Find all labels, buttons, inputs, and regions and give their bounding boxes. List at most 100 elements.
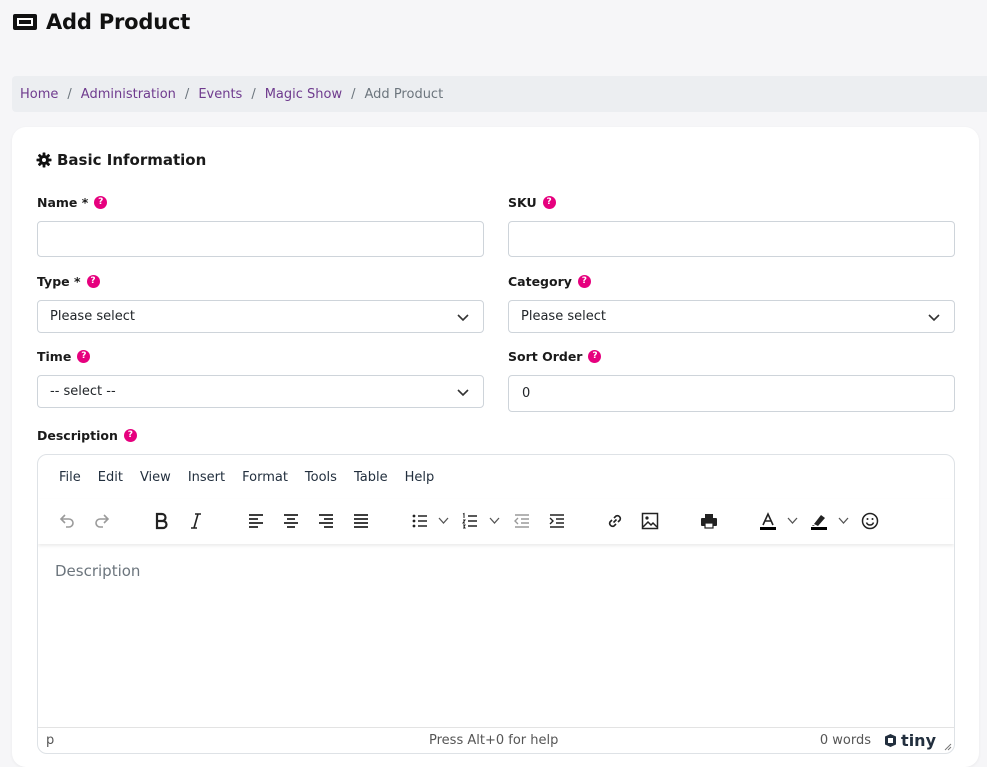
editor-menubar: File Edit View Insert Format Tools Table…	[38, 455, 954, 499]
menu-file[interactable]: File	[59, 470, 81, 485]
help-icon[interactable]: ?	[577, 275, 591, 288]
sku-input[interactable]	[508, 221, 955, 257]
type-label: Type * ?	[37, 274, 100, 289]
italic-button[interactable]	[184, 509, 208, 533]
align-right-button[interactable]	[314, 509, 338, 533]
text-color-chevron-icon[interactable]	[787, 515, 798, 526]
redo-icon	[95, 514, 110, 528]
indent-button[interactable]	[545, 509, 569, 533]
outdent-button[interactable]	[510, 509, 534, 533]
align-left-button[interactable]	[244, 509, 268, 533]
ticket-icon	[13, 14, 37, 30]
sku-label-text: SKU	[508, 195, 537, 210]
time-label: Time ?	[37, 349, 91, 364]
print-button[interactable]	[697, 509, 721, 533]
italic-icon	[191, 513, 201, 529]
keyboard-help-text: Press Alt+0 for help	[429, 733, 559, 748]
undo-icon	[59, 514, 74, 528]
breadcrumb-separator: /	[351, 86, 356, 102]
highlight-button[interactable]	[807, 509, 831, 533]
breadcrumb-magic-show[interactable]: Magic Show	[265, 87, 342, 102]
highlight-chevron-icon[interactable]	[838, 515, 849, 526]
tiny-logo-icon	[885, 734, 897, 747]
chevron-down-icon	[457, 389, 469, 397]
image-icon	[641, 512, 659, 530]
menu-table[interactable]: Table	[354, 470, 388, 485]
image-button[interactable]	[638, 509, 662, 533]
time-select[interactable]: -- select --	[37, 375, 484, 408]
word-count[interactable]: 0 words	[820, 733, 871, 748]
bold-button[interactable]	[149, 509, 173, 533]
numbered-list-chevron-icon[interactable]	[489, 515, 500, 526]
help-icon[interactable]: ?	[77, 350, 91, 363]
bullet-list-chevron-icon[interactable]	[438, 515, 449, 526]
highlight-icon	[811, 515, 827, 530]
type-select[interactable]: Please select	[37, 300, 484, 333]
numbered-list-icon	[462, 512, 477, 529]
description-label-text: Description	[37, 428, 118, 443]
bold-icon	[155, 512, 168, 530]
basic-information-card: Basic Information Name * ? SKU ? Type * …	[12, 127, 979, 767]
menu-tools[interactable]: Tools	[305, 470, 337, 485]
type-label-text: Type *	[37, 274, 81, 289]
breadcrumb: Home / Administration / Events / Magic S…	[12, 76, 987, 112]
breadcrumb-separator: /	[184, 86, 190, 102]
category-label-text: Category	[508, 274, 572, 289]
element-path[interactable]: p	[46, 733, 54, 748]
tiny-logo-text: tiny	[901, 731, 936, 750]
breadcrumb-administration[interactable]: Administration	[81, 87, 176, 102]
bullet-list-button[interactable]	[408, 509, 432, 533]
category-select[interactable]: Please select	[508, 300, 955, 333]
name-label-text: Name *	[37, 195, 89, 210]
breadcrumb-home[interactable]: Home	[20, 87, 58, 102]
align-justify-button[interactable]	[349, 509, 373, 533]
sort-order-input[interactable]: 0	[508, 375, 955, 412]
bullet-list-icon	[412, 514, 427, 528]
editor-content-area[interactable]: Description	[55, 562, 140, 580]
help-icon[interactable]: ?	[123, 429, 137, 442]
description-label: Description ?	[37, 428, 137, 443]
redo-button[interactable]	[90, 509, 114, 533]
outdent-icon	[514, 514, 529, 528]
breadcrumb-separator: /	[251, 86, 256, 102]
breadcrumb-current: Add Product	[364, 86, 444, 102]
help-icon[interactable]: ?	[94, 196, 108, 209]
chevron-down-icon	[457, 314, 469, 322]
breadcrumb-separator: /	[67, 86, 72, 102]
name-input[interactable]	[37, 221, 484, 257]
sku-label: SKU ?	[508, 195, 556, 210]
resize-handle-icon[interactable]	[942, 741, 952, 751]
indent-icon	[549, 514, 564, 528]
help-icon[interactable]: ?	[588, 350, 602, 363]
time-select-value: -- select --	[50, 384, 116, 399]
numbered-list-button[interactable]	[458, 509, 482, 533]
help-icon[interactable]: ?	[542, 196, 556, 209]
type-select-value: Please select	[50, 309, 135, 324]
menu-insert[interactable]: Insert	[188, 470, 225, 485]
menu-edit[interactable]: Edit	[98, 470, 123, 485]
align-center-icon	[284, 514, 298, 528]
breadcrumb-events[interactable]: Events	[198, 87, 242, 102]
print-icon	[701, 514, 717, 529]
align-justify-icon	[354, 514, 368, 528]
help-icon[interactable]: ?	[86, 275, 100, 288]
category-label: Category ?	[508, 274, 591, 289]
align-center-button[interactable]	[279, 509, 303, 533]
category-select-value: Please select	[521, 309, 606, 324]
menu-help[interactable]: Help	[405, 470, 435, 485]
gear-icon	[36, 152, 52, 168]
text-color-button[interactable]	[756, 509, 780, 533]
section-title: Basic Information	[36, 151, 206, 169]
editor-toolbar	[38, 499, 954, 544]
tiny-logo[interactable]: tiny	[883, 731, 936, 750]
text-color-icon	[760, 512, 776, 530]
menu-format[interactable]: Format	[242, 470, 288, 485]
emoji-button[interactable]	[858, 509, 882, 533]
undo-button[interactable]	[55, 509, 79, 533]
menu-view[interactable]: View	[140, 470, 171, 485]
editor-statusbar: p Press Alt+0 for help 0 words tiny	[38, 727, 954, 753]
align-left-icon	[249, 514, 263, 528]
rich-text-editor: File Edit View Insert Format Tools Table…	[37, 454, 955, 754]
link-button[interactable]	[603, 509, 627, 533]
sort-order-label: Sort Order ?	[508, 349, 602, 364]
